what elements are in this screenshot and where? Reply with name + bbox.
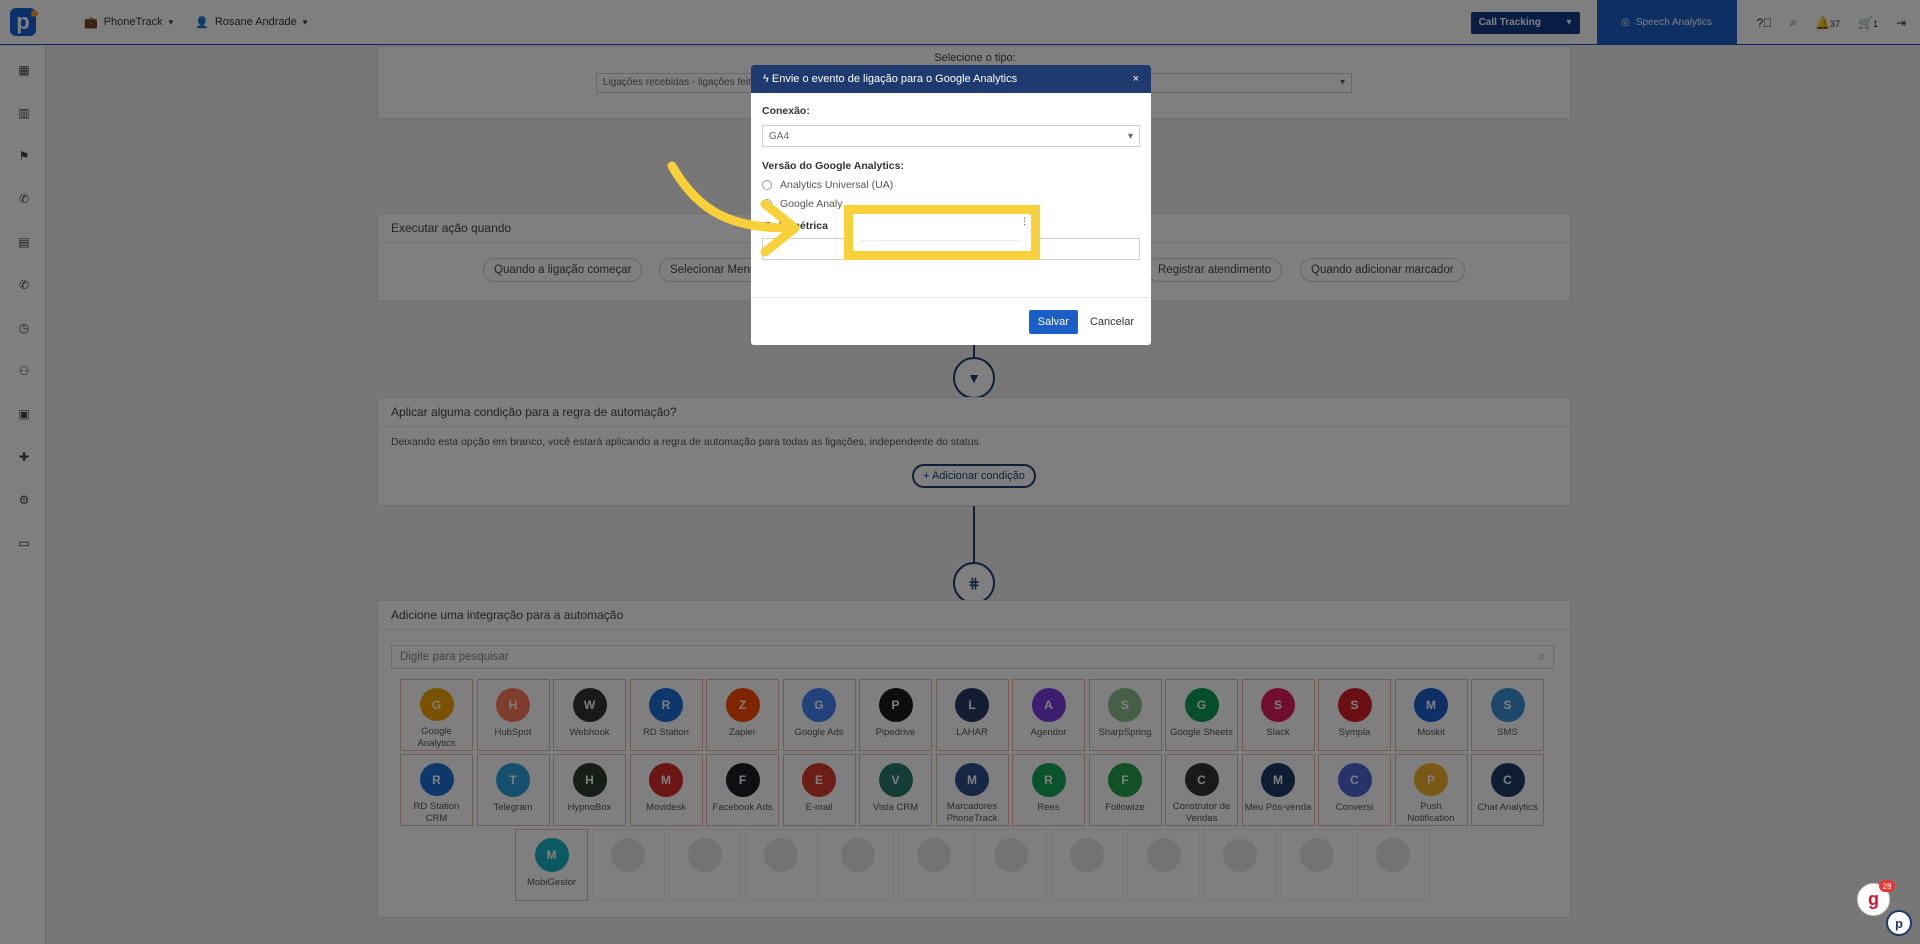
highlight-box: ⋮ <box>844 205 1040 260</box>
autofill-icon: ⋮ <box>1020 216 1029 226</box>
annotation-arrow <box>667 161 800 257</box>
chat-widget-button[interactable]: p <box>1886 910 1912 936</box>
metric-autocomplete[interactable] <box>861 223 1021 241</box>
guide-widget-badge: 28 <box>1879 880 1895 892</box>
